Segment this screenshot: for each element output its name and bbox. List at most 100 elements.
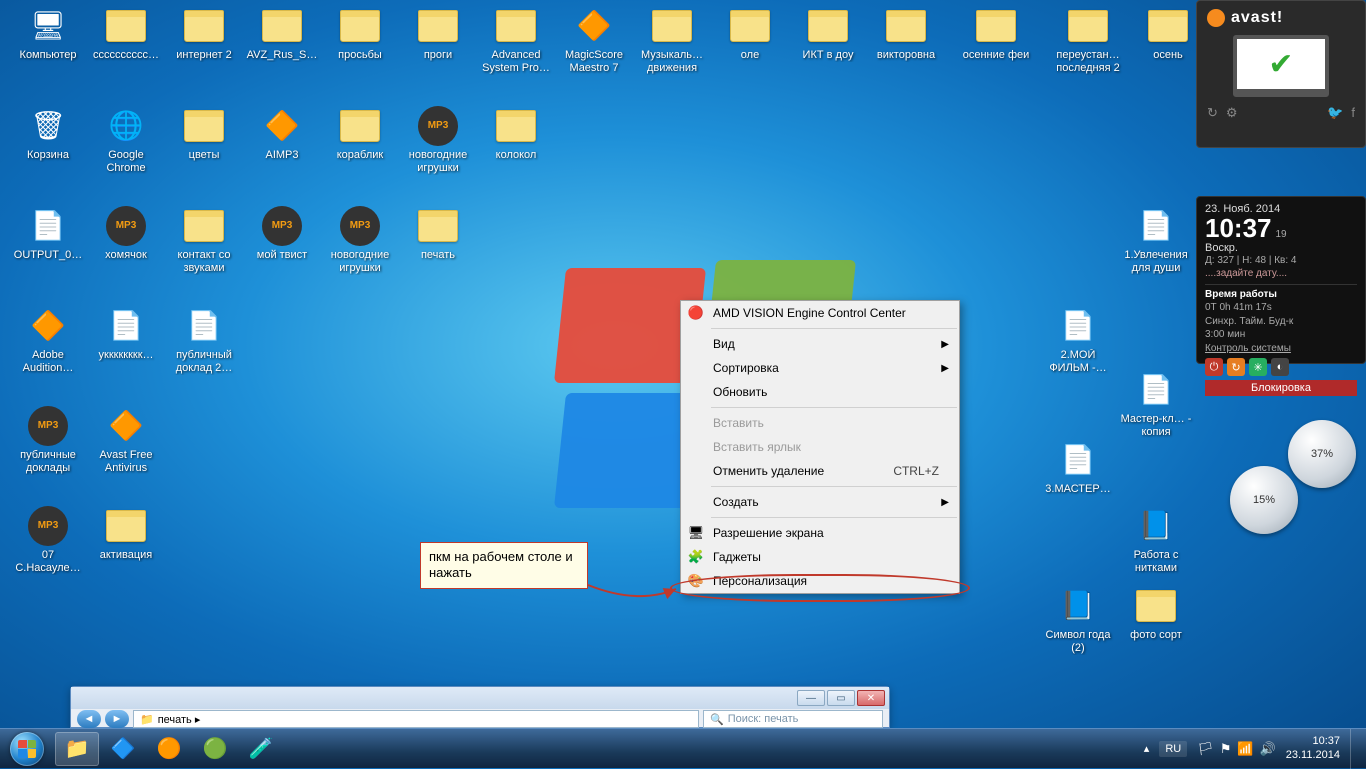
settings-icon[interactable]: ⚙: [1226, 105, 1238, 121]
desktop-icon[interactable]: MP3новогодние игрушки: [400, 106, 476, 175]
desktop-icon[interactable]: 🗑Корзина: [10, 106, 86, 162]
desktop-icon[interactable]: 🖥Компьютер: [10, 6, 86, 62]
minimize-button[interactable]: —: [797, 690, 825, 706]
desktop-icon[interactable]: интернет 2: [166, 6, 242, 62]
desktop-icon[interactable]: 📄2.МОЙ ФИЛЬМ -…: [1040, 306, 1116, 375]
desktop-icon[interactable]: кораблик: [322, 106, 398, 162]
desktop-icon[interactable]: ИКТ в доу: [790, 6, 866, 62]
context-menu-item[interactable]: 🖥Разрешение экрана: [681, 521, 959, 545]
facebook-icon[interactable]: f: [1351, 105, 1355, 121]
gadget-power-icon[interactable]: ⏻: [1205, 358, 1223, 376]
desktop-icon[interactable]: осенние феи: [958, 6, 1034, 62]
maximize-button[interactable]: ▭: [827, 690, 855, 706]
desktop-icon[interactable]: просьбы: [322, 6, 398, 62]
avast-gadget[interactable]: avast! ✔ ↻ ⚙ 🐦 f: [1196, 0, 1366, 148]
tray-expand-icon[interactable]: ▴: [1144, 742, 1150, 755]
desktop-icon-label: активация: [88, 549, 164, 562]
desktop-icon[interactable]: 📘Работа с нитками: [1118, 506, 1194, 575]
desktop-icon[interactable]: 📄укккккккк…: [88, 306, 164, 362]
context-menu-item[interactable]: 🔴AMD VISION Engine Control Center: [681, 301, 959, 325]
desktop-icon[interactable]: переустан… последняя 2: [1050, 6, 1126, 75]
desktop-icon[interactable]: 📄публичный доклад 2…: [166, 306, 242, 375]
breadcrumb[interactable]: 📁 печать ▸: [133, 710, 699, 728]
desktop-icon[interactable]: MP3мой твист: [244, 206, 320, 262]
context-menu-item[interactable]: Вид▶: [681, 332, 959, 356]
network-icon[interactable]: 📶: [1237, 741, 1253, 757]
context-menu-item[interactable]: 🎨Персонализация: [681, 569, 959, 593]
taskbar-pinned-maxthon[interactable]: 🔷: [101, 732, 145, 766]
gadget-sleep-icon[interactable]: ✳: [1249, 358, 1267, 376]
system-tray[interactable]: ▴ RU 🏳 ⚑ 📶 🔊 10:37 23.11.2014: [1144, 729, 1366, 769]
desktop-icon[interactable]: MP3хомячок: [88, 206, 164, 262]
desktop-icon[interactable]: 🔶Adobe Audition…: [10, 306, 86, 375]
desktop-icon[interactable]: сссссссссс…: [88, 6, 164, 62]
back-button[interactable]: ◄: [77, 710, 101, 728]
action-center-icon[interactable]: ⚑: [1220, 741, 1232, 757]
twitter-icon[interactable]: 🐦: [1327, 105, 1343, 121]
desktop-icon[interactable]: 🌐Google Chrome: [88, 106, 164, 175]
desktop-icon-label: AVZ_Rus_S…: [244, 49, 320, 62]
desktop-icon[interactable]: печать: [400, 206, 476, 262]
context-menu-item[interactable]: Сортировка▶: [681, 356, 959, 380]
desktop-icon-label: оле: [712, 49, 788, 62]
desktop-icon[interactable]: MP3новогодние игрушки: [322, 206, 398, 275]
desktop-icon[interactable]: фото сорт: [1118, 586, 1194, 642]
flag-icon[interactable]: 🏳: [1197, 741, 1214, 757]
desktop-icon-label: просьбы: [322, 49, 398, 62]
perf-meters-gadget[interactable]: 37% 15%: [1230, 420, 1366, 550]
desktop-icon-label: контакт со звуками: [166, 249, 242, 275]
gadget-restart-icon[interactable]: ↻: [1227, 358, 1245, 376]
clock-gadget[interactable]: 23. Нояб. 2014 10:37 19 Воскр. Д: 327 | …: [1196, 196, 1366, 364]
taskbar-clock[interactable]: 10:37 23.11.2014: [1286, 735, 1340, 761]
volume-icon[interactable]: 🔊: [1260, 741, 1276, 757]
taskbar-pinned-aimp[interactable]: 🟠: [147, 732, 191, 766]
desktop-icon[interactable]: викторовна: [868, 6, 944, 62]
gadget-sysctl[interactable]: Контроль системы: [1205, 342, 1357, 356]
desktop-icon[interactable]: контакт со звуками: [166, 206, 242, 275]
explorer-search-input[interactable]: 🔍 Поиск: печать: [703, 710, 883, 728]
desktop-icon-label: Advanced System Pro…: [478, 49, 554, 75]
gadget-lock-button[interactable]: Блокировка: [1205, 380, 1357, 396]
desktop-icon[interactable]: 🔶AIMP3: [244, 106, 320, 162]
taskbar-pinned-explorer[interactable]: 📁: [55, 732, 99, 766]
desktop-icon[interactable]: активация: [88, 506, 164, 562]
explorer-window[interactable]: — ▭ ✕ ◄ ► 📁 печать ▸ 🔍 Поиск: печать: [70, 686, 890, 728]
desktop-icon[interactable]: проги: [400, 6, 476, 62]
desktop-icon[interactable]: Advanced System Pro…: [478, 6, 554, 75]
desktop-icon[interactable]: 📄3.МАСТЕР…: [1040, 440, 1116, 496]
desktop-icon[interactable]: MP307 С.Насауле…: [10, 506, 86, 575]
context-menu-item-label: Сортировка: [713, 361, 779, 375]
forward-button[interactable]: ►: [105, 710, 129, 728]
close-button[interactable]: ✕: [857, 690, 885, 706]
annotation-callout-text: пкм на рабочем столе и нажать: [429, 549, 573, 580]
desktop-icon[interactable]: 📘Символ года (2): [1040, 586, 1116, 655]
desktop-icon[interactable]: цветы: [166, 106, 242, 162]
desktop-icon[interactable]: осень: [1130, 6, 1206, 62]
taskbar-pinned-green[interactable]: 🟢: [193, 732, 237, 766]
desktop-icon[interactable]: AVZ_Rus_S…: [244, 6, 320, 62]
desktop-icon[interactable]: 📄1.Увлечения для души: [1118, 206, 1194, 275]
taskbar-pinned-paint[interactable]: 🧪: [239, 732, 283, 766]
context-menu-item[interactable]: 🧩Гаджеты: [681, 545, 959, 569]
desktop-icon[interactable]: 📄Мастер-кл… - копия: [1118, 370, 1194, 439]
desktop-icon-label: проги: [400, 49, 476, 62]
desktop-icon-label: фото сорт: [1118, 629, 1194, 642]
context-menu-item[interactable]: Создать▶: [681, 490, 959, 514]
desktop-icon[interactable]: 🔶Avast Free Antivirus: [88, 406, 164, 475]
desktop-icon[interactable]: оле: [712, 6, 788, 62]
desktop-icon[interactable]: колокол: [478, 106, 554, 162]
taskbar[interactable]: 📁🔷🟠🟢🧪 ▴ RU 🏳 ⚑ 📶 🔊 10:37 23.11.2014: [0, 728, 1366, 768]
context-menu-item[interactable]: Обновить: [681, 380, 959, 404]
start-button[interactable]: [0, 729, 54, 769]
desktop-icon[interactable]: Музыкаль… движения: [634, 6, 710, 75]
language-indicator[interactable]: RU: [1159, 741, 1187, 757]
gadget-other-icon[interactable]: ◐: [1271, 358, 1289, 376]
desktop-icon[interactable]: MP3публичные доклады: [10, 406, 86, 475]
show-desktop-button[interactable]: [1350, 729, 1360, 769]
tray-icons[interactable]: 🏳 ⚑ 📶 🔊: [1197, 741, 1276, 757]
context-menu-item[interactable]: Отменить удалениеCTRL+Z: [681, 459, 959, 483]
explorer-titlebar[interactable]: — ▭ ✕: [71, 687, 889, 709]
desktop-icon[interactable]: 🔶MagicScore Maestro 7: [556, 6, 632, 75]
refresh-icon[interactable]: ↻: [1207, 105, 1218, 121]
desktop-icon[interactable]: 📄OUTPUT_0…: [10, 206, 86, 262]
